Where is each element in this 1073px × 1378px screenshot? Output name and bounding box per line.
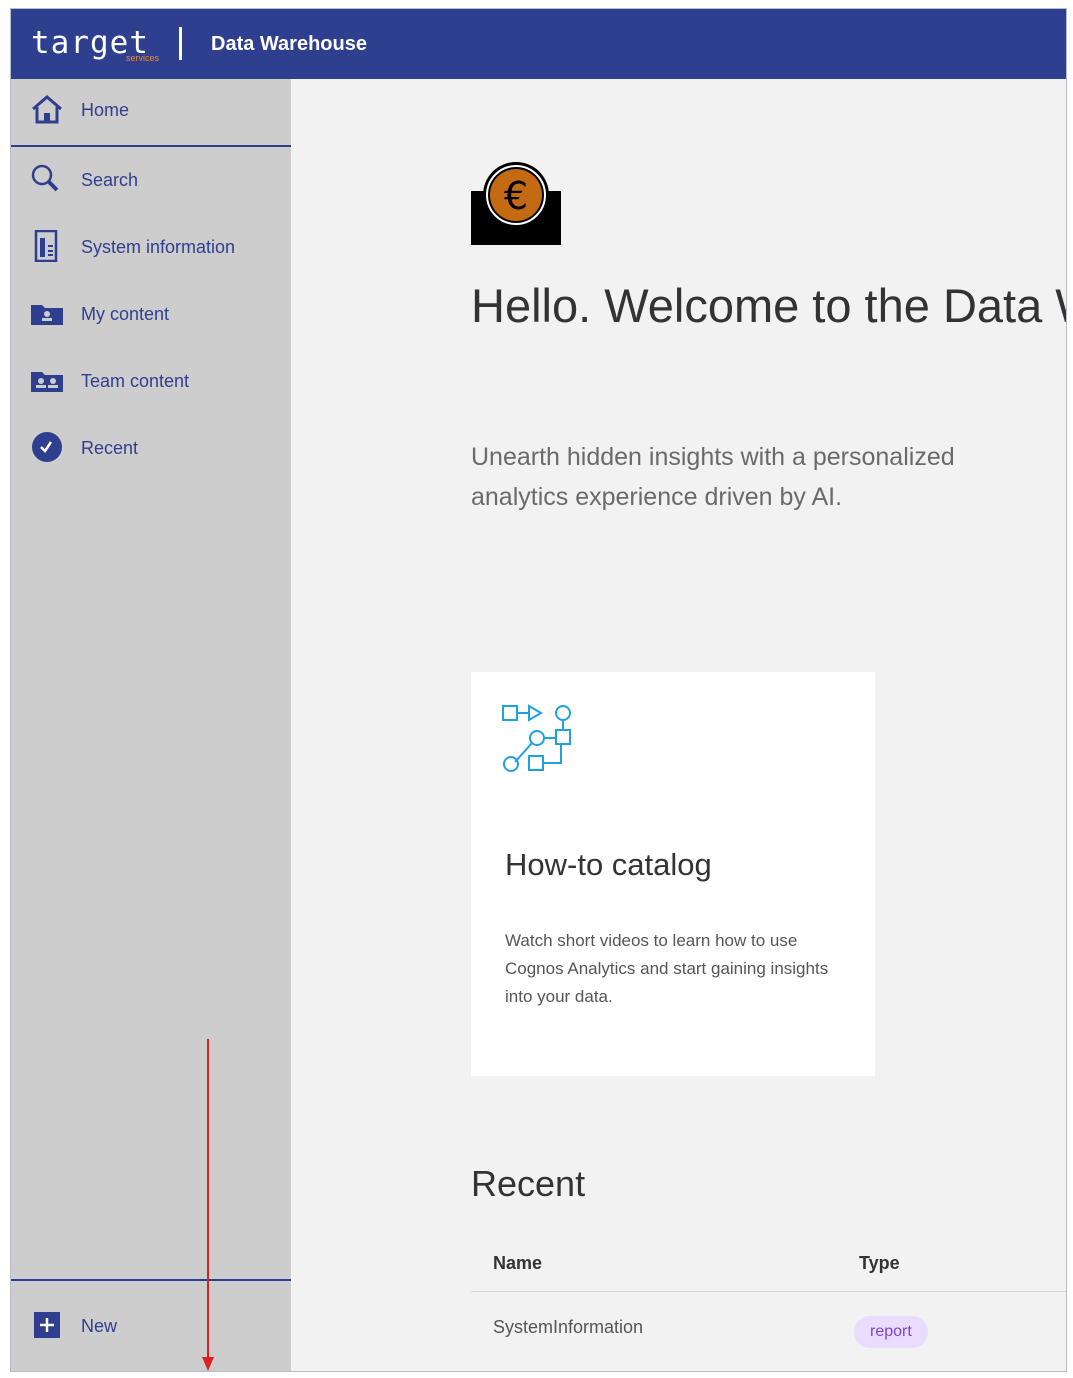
- recent-heading: Recent: [471, 1163, 586, 1204]
- svg-text:€: €: [504, 174, 528, 218]
- new-label: New: [81, 1316, 118, 1336]
- sidebar-item-label: Search: [81, 170, 139, 190]
- row-name[interactable]: SystemInformation: [493, 1317, 643, 1338]
- sidebar-item-recent[interactable]: Recent: [11, 417, 291, 477]
- column-header-name[interactable]: Name: [493, 1253, 542, 1274]
- logo-sub: services: [126, 53, 160, 63]
- home-icon: [32, 95, 62, 124]
- my-content-icon: [31, 305, 63, 325]
- app-window: target services Data Warehouse Home Sear…: [10, 8, 1067, 1372]
- how-to-catalog-card[interactable]: How-to catalog Watch short videos to lea…: [471, 672, 875, 1076]
- logo-divider: [179, 27, 182, 60]
- column-header-type[interactable]: Type: [859, 1253, 900, 1274]
- recent-icon: [32, 432, 62, 462]
- sidebar-divider: [11, 145, 291, 147]
- system-info-icon: [34, 230, 58, 262]
- sidebar-item-label: My content: [81, 304, 170, 324]
- card-description: Watch short videos to learn how to use C…: [505, 931, 829, 1006]
- sidebar-item-home[interactable]: Home: [11, 79, 291, 139]
- workflow-icon: [502, 704, 571, 772]
- sidebar-divider: [11, 1279, 291, 1281]
- euro-badge-icon: €: [471, 162, 561, 245]
- sidebar-item-label: Recent: [81, 438, 139, 458]
- card-title: How-to catalog: [505, 847, 712, 882]
- new-button[interactable]: New: [11, 1295, 291, 1355]
- sidebar-item-system-information[interactable]: System information: [11, 216, 291, 276]
- plus-icon: [34, 1312, 60, 1338]
- table-row[interactable]: SystemInformation report: [471, 1292, 1066, 1371]
- top-bar: target services Data Warehouse: [11, 9, 1066, 79]
- sidebar-item-team-content[interactable]: Team content: [11, 350, 291, 410]
- sidebar: Home Search System information My conten…: [11, 79, 291, 1371]
- search-icon: [31, 164, 59, 192]
- sidebar-item-label: Team content: [81, 371, 190, 391]
- sidebar-item-search[interactable]: Search: [11, 149, 291, 209]
- sidebar-item-label: Home: [81, 100, 130, 120]
- app-title: Data Warehouse: [211, 33, 367, 55]
- sidebar-item-my-content[interactable]: My content: [11, 283, 291, 343]
- table-header: Name Type: [471, 1237, 1066, 1292]
- annotation-arrow: [202, 1039, 214, 1371]
- type-badge: report: [854, 1316, 928, 1348]
- sidebar-item-label: System information: [81, 237, 236, 257]
- main-content: € Hello. Welcome to the Data Warehouse. …: [291, 79, 1066, 1371]
- welcome-subtitle: Unearth hidden insights with a personali…: [471, 443, 955, 511]
- welcome-title: Hello. Welcome to the Data Warehouse.: [471, 279, 1066, 332]
- team-content-icon: [31, 372, 63, 392]
